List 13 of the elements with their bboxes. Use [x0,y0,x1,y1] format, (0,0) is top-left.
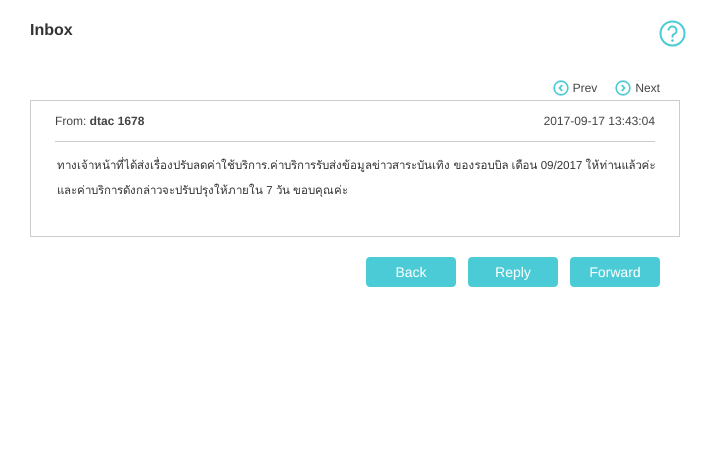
action-button[interactable]: Reply [468,257,558,287]
page-title: Inbox [30,22,73,40]
message-text: ทางเจ้าหน้าที่ได้ส่งเรื่องปรับลดค่าใช้บริการ.ค่าบริการรับส่งข้อมูลข่าวสาระบันเทิง ของรอบบิล เดือน 09/2017 ให้ท่านแล้วค่ะ [55,156,658,177]
left-chevron-icon [552,80,569,96]
sender-label: From: dtac 1678 [55,114,144,128]
right-chevron-icon [615,80,632,96]
prev-link[interactable]: Prev [552,80,598,96]
action-button[interactable]: Forward [570,257,660,287]
message-date: 2017-09-17 13:43:04 [544,114,655,128]
action-button[interactable]: Back [366,257,456,287]
next-link[interactable]: Next [615,80,660,96]
message-text: และค่าบริการดังกล่าวจะปรับปรุงให้ภายใน 7 วัน ขอบคุณค่ะ [56,182,349,199]
help-icon[interactable] [659,20,686,47]
